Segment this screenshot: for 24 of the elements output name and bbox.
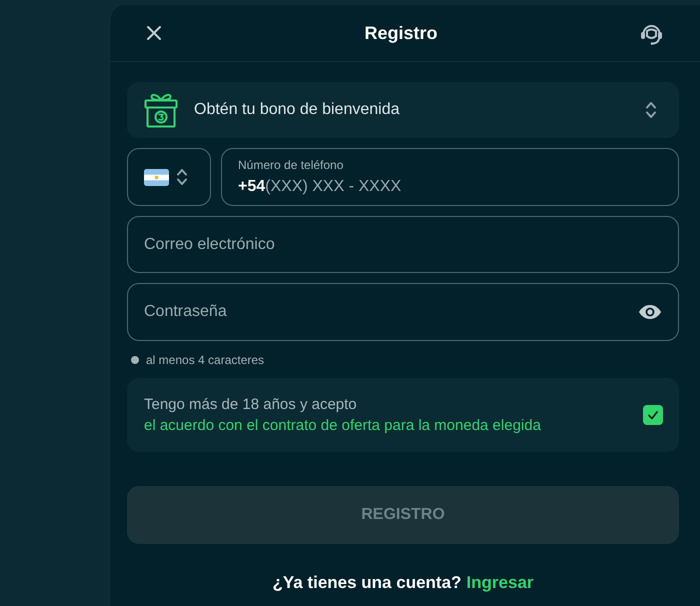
password-field[interactable]: Contraseña [127,283,679,341]
offer-agreement-link[interactable]: el acuerdo con el contrato de oferta para la moneda elegida [144,417,541,434]
close-button[interactable] [145,24,163,42]
password-hint: al menos 4 caracteres [146,352,264,368]
login-link[interactable]: Ingresar [466,570,534,596]
have-account-text: ¿Ya tienes una cuenta? [272,572,462,594]
check-icon [648,410,658,420]
chevron-up-down-icon [176,168,188,186]
email-field[interactable]: Correo electrónico [127,216,679,273]
agreement-checkbox[interactable] [643,405,663,425]
country-code: +54 [238,176,266,196]
gift-icon [144,92,178,128]
close-icon [146,25,162,41]
eye-icon [638,304,662,320]
chevron-up-down-icon [645,101,657,119]
argentina-flag-icon [144,168,169,186]
phone-number-label: Número de teléfono [238,158,344,172]
welcome-bonus-select[interactable]: Obtén tu bono de bienvenida [127,82,679,138]
phone-number-field[interactable]: Número de teléfono +54(XXX) XXX - XXXX [221,148,679,206]
dialog-title: Registro [364,22,438,45]
agreement-text: Tengo más de 18 años y acepto el acuerdo con el contrato de oferta para la moneda elegida [144,395,542,436]
country-select[interactable] [127,148,211,206]
show-password-button[interactable] [637,303,663,321]
phone-number-input[interactable]: (XXX) XXX - XXXX [265,176,662,196]
